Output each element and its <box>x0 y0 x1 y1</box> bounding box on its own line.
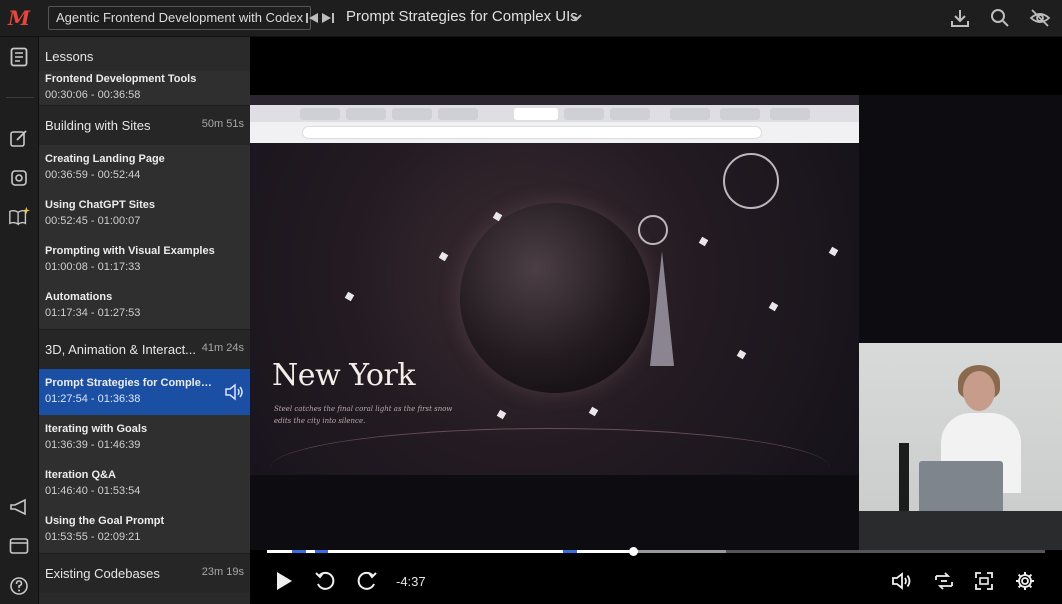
lessons-header: Lessons <box>39 37 250 75</box>
skyscraper-graphic <box>650 251 674 366</box>
section-header[interactable]: Existing Codebases 23m 19s <box>39 553 250 593</box>
orbit-path <box>270 428 830 475</box>
chapter-marker <box>292 550 306 553</box>
lesson-item[interactable]: Iteration Q&A 01:46:40 - 01:53:54 <box>39 461 250 507</box>
chevron-down-icon[interactable] <box>564 6 588 30</box>
lesson-item[interactable]: Using ChatGPT Sites 00:52:45 - 01:00:07 <box>39 191 250 237</box>
section-header[interactable]: Building with Sites 50m 51s <box>39 105 250 145</box>
play-icon[interactable] <box>271 568 297 594</box>
lesson-title-text: Prompting with Visual Examples <box>45 245 215 257</box>
scrubber-handle[interactable] <box>628 547 638 556</box>
lessons-panel: Lessons Frontend Development Tools 00:30… <box>39 37 250 604</box>
fullscreen-icon[interactable] <box>971 568 997 594</box>
top-bar: M Agentic Frontend Development with Code… <box>0 0 1062 37</box>
rewind-icon[interactable] <box>312 568 338 594</box>
lesson-title-text: Creating Landing Page <box>45 153 165 165</box>
icon-rail <box>0 37 39 604</box>
progress-bar[interactable] <box>267 547 1045 556</box>
notes-icon[interactable] <box>8 127 30 149</box>
section-header[interactable]: 3D, Animation & Interact... 41m 24s <box>39 329 250 369</box>
lesson-time-text: 01:53:55 - 02:09:21 <box>45 531 141 543</box>
clock-graphic <box>638 215 668 245</box>
settings-icon[interactable] <box>1012 568 1038 594</box>
demo-scene: New York Steel catches the final coral l… <box>250 143 859 475</box>
lesson-item[interactable]: Prompting with Visual Examples 01:00:08 … <box>39 237 250 283</box>
lesson-title: Prompt Strategies for Complex UIs <box>346 8 578 25</box>
clock-graphic <box>723 153 779 209</box>
lesson-title-text: Using ChatGPT Sites <box>45 199 156 211</box>
lesson-time-text: 01:17:34 - 01:27:53 <box>45 307 141 319</box>
section-title: 3D, Animation & Interact... <box>45 342 197 357</box>
video-frame[interactable]: New York Steel catches the final coral l… <box>250 95 1062 550</box>
sparkle-book-icon[interactable] <box>8 205 30 227</box>
section-duration: 41m 24s <box>201 342 244 354</box>
lesson-item-active[interactable]: Prompt Strategies for Complex ... 01:27:… <box>39 369 250 415</box>
lesson-time-text: 00:30:06 - 00:36:58 <box>45 89 141 101</box>
lesson-item[interactable]: Creating Landing Page 00:36:59 - 00:52:4… <box>39 145 250 191</box>
course-title[interactable]: Agentic Frontend Development with Codex <box>48 6 312 30</box>
skip-forward-icon[interactable] <box>316 6 340 30</box>
rail-divider <box>6 97 34 98</box>
laptop-graphic <box>919 461 1003 517</box>
lesson-title-text: Automations <box>45 291 113 303</box>
section-duration: 50m 51s <box>201 118 244 130</box>
chapter-marker <box>563 550 577 553</box>
lesson-title-text: Frontend Development Tools <box>45 73 197 85</box>
lesson-title-text: Using the Goal Prompt <box>45 515 165 527</box>
app-logo[interactable]: M <box>8 6 32 30</box>
lesson-title-text: Prompt Strategies for Complex ... <box>45 377 215 389</box>
browser-tabs <box>250 105 859 122</box>
mac-menu-bar <box>250 95 859 105</box>
scene-subtitle: Steel catches the final coral light as t… <box>274 405 453 425</box>
now-playing-speaker-icon <box>224 382 244 402</box>
lessons-icon[interactable] <box>8 46 30 68</box>
browser-chrome <box>250 105 859 143</box>
scene-city-name: New York <box>272 358 416 393</box>
forward-icon[interactable] <box>354 568 380 594</box>
lesson-item[interactable]: Iterating with Goals 01:36:39 - 01:46:39 <box>39 415 250 461</box>
section-title: Building with Sites <box>45 118 151 133</box>
lesson-item[interactable]: Automations 01:17:34 - 01:27:53 <box>39 283 250 329</box>
globe-graphic <box>460 203 650 393</box>
time-remaining: -4:37 <box>396 574 426 589</box>
search-icon[interactable] <box>988 6 1012 30</box>
lesson-time-text: 01:36:39 - 01:46:39 <box>45 439 141 451</box>
video-player[interactable]: New York Steel catches the final coral l… <box>250 37 1062 604</box>
loop-icon[interactable] <box>931 568 957 594</box>
lesson-time-text: 01:46:40 - 01:53:54 <box>45 485 141 497</box>
lessons-list: Frontend Development Tools 00:30:06 - 00… <box>39 71 250 593</box>
lesson-title-text: Iteration Q&A <box>45 469 116 481</box>
download-icon[interactable] <box>948 6 972 30</box>
lesson-time-text: 01:00:08 - 01:17:33 <box>45 261 141 273</box>
lesson-time-text: 00:52:45 - 01:00:07 <box>45 215 141 227</box>
ai-assistant-icon[interactable] <box>8 167 30 189</box>
resources-icon[interactable] <box>8 535 30 557</box>
lesson-item[interactable]: Frontend Development Tools 00:30:06 - 00… <box>39 71 250 105</box>
lesson-title-text: Iterating with Goals <box>45 423 148 435</box>
lesson-item[interactable]: Using the Goal Prompt 01:53:55 - 02:09:2… <box>39 507 250 553</box>
volume-icon[interactable] <box>889 568 915 594</box>
browser-address-bar <box>302 126 762 139</box>
announcements-icon[interactable] <box>8 496 30 518</box>
eye-off-icon[interactable] <box>1028 6 1052 30</box>
help-icon[interactable] <box>8 575 30 597</box>
section-title: Existing Codebases <box>45 566 160 581</box>
presenter-camera <box>859 343 1062 550</box>
section-duration: 23m 19s <box>201 566 244 578</box>
lesson-time-text: 01:27:54 - 01:36:38 <box>45 393 141 405</box>
chapter-marker <box>315 550 328 553</box>
lesson-time-text: 00:36:59 - 00:52:44 <box>45 169 141 181</box>
